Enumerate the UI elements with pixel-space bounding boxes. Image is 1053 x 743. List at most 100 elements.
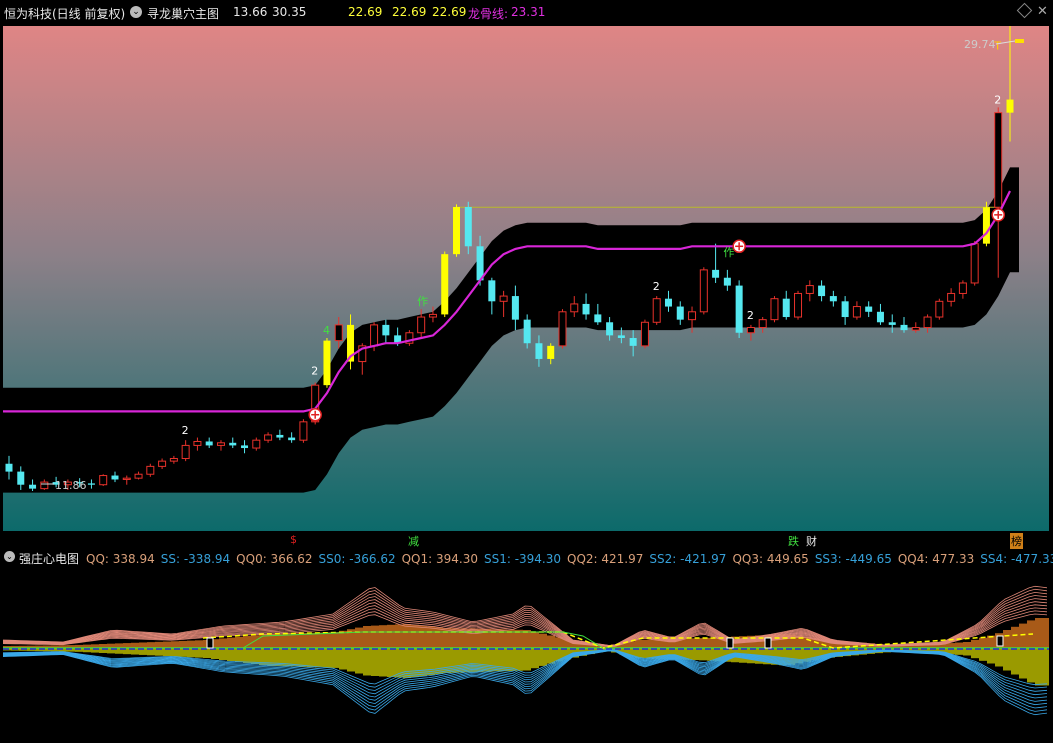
candle bbox=[770, 296, 779, 323]
up-bar bbox=[323, 632, 331, 648]
indicator-menu-icon[interactable]: ⌄ bbox=[4, 551, 15, 562]
header-value-1: 13.66 bbox=[233, 5, 268, 19]
down-bar bbox=[707, 648, 715, 661]
stock-title: 恒为科技(日线 前复权) bbox=[4, 7, 126, 21]
up-bar bbox=[683, 638, 691, 648]
down-bar bbox=[1019, 648, 1027, 679]
indicator-value-5: SS1: -394.30 bbox=[483, 552, 562, 566]
down-bar bbox=[291, 648, 299, 667]
indicator-value-0: QQ: 338.94 bbox=[86, 552, 155, 566]
indicator-header: ⌄ 强庄心电图 QQ: 338.94 SS: -338.94 QQ0: 366.62… bbox=[0, 548, 1053, 566]
candle bbox=[640, 319, 649, 349]
up-bar bbox=[547, 635, 555, 648]
down-bar bbox=[379, 648, 387, 677]
candle bbox=[982, 201, 990, 247]
down-bar bbox=[987, 648, 995, 664]
indicator-name[interactable]: 寻龙巢穴主图 bbox=[147, 5, 219, 22]
signal-box bbox=[764, 637, 772, 649]
high-price-flag bbox=[1015, 39, 1024, 43]
up-bar bbox=[147, 642, 155, 648]
down-bar bbox=[331, 648, 339, 668]
down-bar bbox=[227, 648, 235, 661]
up-bar bbox=[307, 632, 315, 648]
down-bar bbox=[387, 648, 395, 677]
next-panel-header-clipped bbox=[0, 736, 1053, 743]
up-bar bbox=[163, 641, 171, 648]
up-bar bbox=[1011, 626, 1019, 648]
up-bar bbox=[1043, 618, 1049, 648]
indicator-title[interactable]: 强庄心电图 bbox=[19, 550, 79, 566]
close-icon[interactable]: ✕ bbox=[1037, 4, 1048, 19]
down-bar bbox=[339, 648, 347, 670]
up-bar bbox=[195, 640, 203, 648]
up-bar bbox=[531, 631, 539, 648]
candle bbox=[970, 241, 979, 286]
down-bar bbox=[1027, 648, 1035, 683]
main-chart-area[interactable]: 2222234作作T 29.74 11.86 bbox=[3, 26, 1049, 536]
up-bar bbox=[651, 639, 659, 648]
up-bar bbox=[643, 639, 651, 648]
up-bar bbox=[427, 626, 435, 648]
up-bar bbox=[379, 625, 387, 648]
crosshair-circle-icon bbox=[991, 208, 1005, 222]
high-price-label: 29.74 bbox=[964, 38, 996, 51]
up-bar bbox=[403, 624, 411, 648]
up-bar bbox=[963, 642, 971, 648]
down-bar bbox=[251, 648, 259, 664]
header-value-4: 22.69 bbox=[392, 5, 427, 19]
down-bar bbox=[699, 648, 707, 661]
indicator-value-10: QQ4: 477.33 bbox=[897, 552, 975, 566]
up-bar bbox=[1035, 618, 1043, 648]
indicator-dropdown-icon[interactable]: ⌄ bbox=[130, 6, 142, 18]
down-bar bbox=[1003, 648, 1011, 671]
candle bbox=[323, 337, 331, 388]
up-bar bbox=[419, 625, 427, 648]
diamond-icon[interactable] bbox=[1016, 2, 1033, 19]
up-bar bbox=[435, 627, 443, 648]
header-value-3: 22.69 bbox=[348, 5, 383, 19]
crosshair-circle-icon bbox=[732, 239, 746, 254]
header-value-5: 22.69 bbox=[432, 5, 467, 19]
signal-marker: 2 bbox=[311, 365, 318, 378]
down-bar bbox=[539, 648, 547, 666]
up-bar bbox=[979, 637, 987, 648]
down-bar bbox=[307, 648, 315, 668]
up-bar bbox=[355, 627, 363, 648]
indicator-value-4: QQ1: 394.30 bbox=[401, 552, 478, 566]
candle bbox=[405, 330, 414, 346]
indicator-value-6: QQ2: 421.97 bbox=[567, 552, 644, 566]
up-bar bbox=[315, 632, 323, 648]
down-bar bbox=[355, 648, 363, 674]
down-bar bbox=[395, 648, 403, 678]
down-bar bbox=[691, 648, 699, 661]
indicator-value-3: SS0: -366.62 bbox=[318, 552, 396, 566]
up-bar bbox=[187, 640, 195, 648]
up-bar bbox=[227, 637, 235, 648]
up-bar bbox=[243, 636, 251, 648]
indicator-value-7: SS2: -421.97 bbox=[649, 552, 727, 566]
marker-wealth: 财 bbox=[806, 535, 817, 548]
up-bar bbox=[699, 638, 707, 648]
indicator-chart-area[interactable] bbox=[3, 566, 1049, 736]
up-bar bbox=[691, 638, 699, 648]
down-bar bbox=[323, 648, 331, 668]
longgu-value: 23.31 bbox=[511, 5, 546, 19]
marker-dollar: $ bbox=[290, 533, 297, 546]
longgu-label: 龙骨线: bbox=[468, 7, 509, 21]
down-bar bbox=[363, 648, 371, 676]
candle bbox=[699, 267, 708, 315]
signal-marker: 2 bbox=[994, 93, 1001, 106]
up-bar bbox=[443, 628, 451, 648]
marker-fall: 跌 bbox=[788, 535, 799, 548]
down-bar bbox=[219, 648, 227, 660]
up-bar bbox=[971, 639, 979, 648]
up-bar bbox=[299, 632, 307, 648]
up-bar bbox=[411, 624, 419, 648]
signal-marker: 作 bbox=[417, 295, 428, 308]
up-bar bbox=[171, 641, 179, 648]
marker-reduce: 减 bbox=[408, 535, 419, 548]
up-bar bbox=[371, 625, 379, 648]
up-bar bbox=[707, 637, 715, 648]
signal-marker: 2 bbox=[182, 424, 189, 437]
candle bbox=[935, 298, 944, 320]
